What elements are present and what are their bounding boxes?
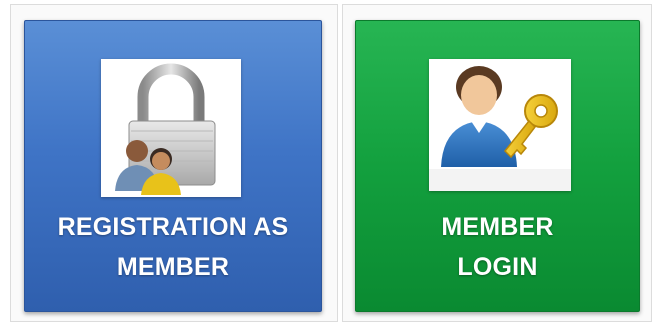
padlock-users-icon [101,59,241,197]
member-login-label: MEMBER LOGIN [356,207,639,287]
registration-label-line1: REGISTRATION AS [57,213,289,241]
member-login-button[interactable]: MEMBER LOGIN [355,20,640,312]
registration-label-line2: MEMBER [116,253,230,281]
registration-as-member-button[interactable]: REGISTRATION AS MEMBER [24,20,322,312]
registration-label: REGISTRATION AS MEMBER [25,207,321,287]
member-login-label-line2: LOGIN [457,253,538,281]
page: REGISTRATION AS MEMBER MEMBER LOGIN [0,0,654,323]
member-login-label-line1: MEMBER [441,213,554,241]
user-key-icon [429,59,571,191]
